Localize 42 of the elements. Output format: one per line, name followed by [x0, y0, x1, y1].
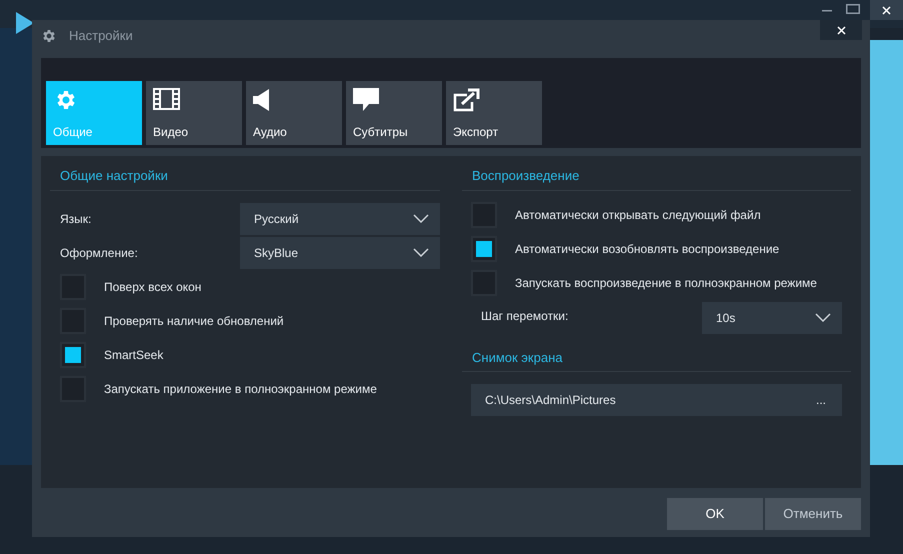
checkbox-label: Поверх всех окон — [104, 278, 202, 296]
checkbox-label: Автоматически открывать следующий файл — [515, 206, 761, 224]
dropdown[interactable]: Русский — [240, 202, 440, 234]
speaker-icon — [253, 88, 271, 112]
field-label: Шаг перемотки: — [480, 308, 568, 324]
chevron-down-icon — [413, 248, 429, 257]
checkbox-label: SmartSeek — [104, 346, 164, 364]
chevron-down-icon — [413, 214, 429, 223]
field-label: Язык: — [59, 210, 92, 228]
tab[interactable]: Субтитры — [346, 81, 442, 145]
dropdown[interactable]: SkyBlue — [240, 236, 440, 268]
dialog-button[interactable]: Отменить — [765, 498, 861, 530]
speech-bubble-icon — [353, 88, 379, 112]
checkbox[interactable] — [471, 236, 497, 262]
logo-icon — [16, 12, 34, 34]
checkbox[interactable] — [60, 342, 86, 368]
checkbox-label: Запускать воспроизведение в полноэкранном режиме — [515, 274, 817, 292]
close-icon — [836, 26, 846, 34]
section-title: Воспроизведение — [472, 168, 580, 183]
dialog-close-button[interactable] — [820, 20, 862, 40]
tab[interactable]: Аудио — [246, 81, 342, 145]
section-title: Общие настройки — [60, 168, 168, 183]
maximize-icon[interactable] — [846, 4, 860, 14]
film-icon — [153, 88, 180, 110]
section-title: Снимок экрана — [472, 350, 562, 364]
browse-button[interactable]: ... — [816, 391, 826, 409]
checkbox-label: Автоматически возобновлять воспроизведение — [515, 240, 780, 258]
path-field[interactable]: C:\Users\Admin\Pictures ... — [471, 384, 842, 416]
tab[interactable]: Видео — [146, 81, 242, 145]
close-button[interactable] — [870, 0, 903, 20]
minimize-icon[interactable] — [822, 10, 832, 12]
gear-icon — [41, 28, 57, 44]
close-icon — [882, 6, 891, 14]
field-label: Оформление: — [59, 244, 138, 262]
dropdown[interactable]: 10s — [702, 302, 842, 334]
checkbox-label: Проверять наличие обновлений — [104, 312, 284, 330]
dialog-button[interactable]: OK — [667, 498, 763, 530]
chevron-down-icon — [815, 313, 831, 322]
export-icon — [453, 88, 480, 112]
checkbox-label: Запускать приложение в полноэкранном режиме — [104, 380, 377, 398]
dialog-title: Настройки — [69, 27, 133, 46]
tab[interactable]: Экспорт — [446, 81, 542, 145]
